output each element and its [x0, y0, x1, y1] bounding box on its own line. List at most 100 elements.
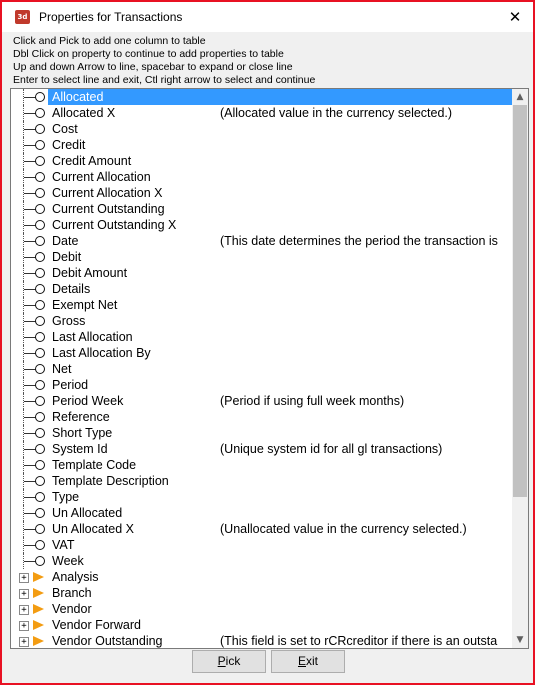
property-label: VAT — [52, 538, 75, 552]
scroll-up-icon[interactable]: ▲ — [512, 89, 528, 105]
tree-leaf-item[interactable]: Un Allocated — [11, 505, 512, 521]
tree-leaf-item[interactable]: Date (This date determines the period the… — [11, 233, 512, 249]
tree-leaf-item[interactable]: Last Allocation — [11, 329, 512, 345]
tree-leaf-item[interactable]: Template Description — [11, 473, 512, 489]
close-button[interactable]: ✕ — [503, 6, 527, 28]
instruction-line-1: Click and Pick to add one column to tabl… — [13, 35, 206, 47]
property-label: Credit Amount — [52, 154, 132, 168]
tree-leaf-item[interactable]: Gross — [11, 313, 512, 329]
window-title: Properties for Transactions — [39, 10, 183, 24]
property-node-icon — [35, 380, 45, 390]
property-description: (Unique system id for all gl transaction… — [220, 442, 443, 456]
property-node-icon — [35, 508, 45, 518]
property-label: Exempt Net — [52, 298, 118, 312]
group-arrow-icon — [33, 636, 44, 646]
property-node-icon — [35, 156, 45, 166]
pick-button[interactable]: Pick — [192, 650, 266, 673]
tree-leaf-item[interactable]: Allocated X (Allocated value in the curre… — [11, 105, 512, 121]
property-label: Cost — [52, 122, 78, 136]
tree-leaf-item[interactable]: Template Code — [11, 457, 512, 473]
property-label: Debit — [52, 250, 82, 264]
property-node-icon — [35, 460, 45, 470]
property-label: Template Code — [52, 458, 137, 472]
exit-button[interactable]: Exit — [271, 650, 345, 673]
property-label: Last Allocation — [52, 330, 133, 344]
property-node-icon — [35, 204, 45, 214]
property-node-icon — [35, 444, 45, 454]
group-arrow-icon — [33, 572, 44, 582]
expand-plus-icon[interactable]: + — [19, 573, 29, 583]
property-description: (This date determines the period the tra… — [220, 234, 498, 248]
tree-leaf-item[interactable]: Last Allocation By — [11, 345, 512, 361]
property-node-icon — [35, 332, 45, 342]
exit-label: xit — [306, 654, 318, 668]
property-node-icon — [35, 140, 45, 150]
property-node-icon — [35, 236, 45, 246]
tree-leaf-item[interactable]: Credit Amount — [11, 153, 512, 169]
property-description: (This field is set to rCRcreditor if the… — [220, 634, 498, 648]
tree-leaf-item[interactable]: Details — [11, 281, 512, 297]
property-label: Current Allocation X — [52, 186, 163, 200]
scroll-thumb[interactable] — [513, 105, 527, 497]
tree-leaf-item[interactable]: VAT — [11, 537, 512, 553]
property-label: Net — [52, 362, 72, 376]
expand-plus-icon[interactable]: + — [19, 589, 29, 599]
tree-leaf-item[interactable]: Period — [11, 377, 512, 393]
property-node-icon — [35, 188, 45, 198]
scroll-down-icon[interactable]: ▼ — [512, 632, 528, 648]
tree-group-item[interactable]: + Vendor Outstanding (This field is set to… — [11, 633, 512, 648]
property-label: Type — [52, 490, 80, 504]
property-node-icon — [35, 220, 45, 230]
tree-group-item[interactable]: + Vendor Forward — [11, 617, 512, 633]
tree-leaf-item[interactable]: Type — [11, 489, 512, 505]
tree-leaf-item[interactable]: Week — [11, 553, 512, 569]
tree-leaf-item[interactable]: Current Allocation — [11, 169, 512, 185]
tree-group-item[interactable]: + Branch — [11, 585, 512, 601]
property-label: Gross — [52, 314, 86, 328]
property-label: Details — [52, 282, 91, 296]
properties-dialog: 3d Properties for Transactions ✕ Click a… — [0, 0, 535, 685]
property-label: Period — [52, 378, 89, 392]
tree-leaf-item[interactable]: Debit Amount — [11, 265, 512, 281]
tree-leaf-item[interactable]: Current Allocation X — [11, 185, 512, 201]
property-label: Allocated — [52, 90, 104, 104]
exit-accelerator: E — [297, 654, 306, 668]
vertical-scrollbar[interactable]: ▲ ▼ — [512, 89, 528, 648]
tree-leaf-item[interactable]: Debit — [11, 249, 512, 265]
tree-leaf-item[interactable]: Current Outstanding — [11, 201, 512, 217]
property-node-icon — [35, 364, 45, 374]
tree-leaf-item[interactable]: Reference — [11, 409, 512, 425]
tree-group-item[interactable]: + Vendor — [11, 601, 512, 617]
tree-group-item[interactable]: + Analysis — [11, 569, 512, 585]
expand-plus-icon[interactable]: + — [19, 637, 29, 647]
property-node-icon — [35, 476, 45, 486]
tree-leaf-item[interactable]: Period Week (Period if using full week mo… — [11, 393, 512, 409]
property-label: Last Allocation By — [52, 346, 151, 360]
title-bar[interactable]: 3d Properties for Transactions ✕ — [2, 2, 533, 32]
property-tree[interactable]: Allocated Allocated X (Allocated value in … — [10, 88, 529, 649]
property-label: Current Outstanding X — [52, 218, 177, 232]
tree-leaf-item[interactable]: Net — [11, 361, 512, 377]
expand-plus-icon[interactable]: + — [19, 621, 29, 631]
property-node-icon — [35, 108, 45, 118]
tree-leaf-item[interactable]: Exempt Net — [11, 297, 512, 313]
property-label: Current Outstanding — [52, 202, 165, 216]
tree-leaf-item[interactable]: Allocated — [11, 89, 512, 105]
property-label: Date — [52, 234, 79, 248]
property-label: Credit — [52, 138, 86, 152]
property-label: Branch — [52, 586, 92, 600]
property-node-icon — [35, 300, 45, 310]
property-node-icon — [35, 396, 45, 406]
expand-plus-icon[interactable]: + — [19, 605, 29, 615]
property-node-icon — [35, 252, 45, 262]
tree-leaf-item[interactable]: Un Allocated X (Unallocated value in the … — [11, 521, 512, 537]
tree-leaf-item[interactable]: Credit — [11, 137, 512, 153]
tree-leaf-item[interactable]: System Id (Unique system id for all gl tr… — [11, 441, 512, 457]
property-label: Un Allocated — [52, 506, 123, 520]
tree-leaf-item[interactable]: Current Outstanding X — [11, 217, 512, 233]
tree-leaf-item[interactable]: Cost — [11, 121, 512, 137]
property-label: Period Week — [52, 394, 124, 408]
tree-leaf-item[interactable]: Short Type — [11, 425, 512, 441]
pick-label: ick — [225, 654, 241, 668]
group-arrow-icon — [33, 588, 44, 598]
